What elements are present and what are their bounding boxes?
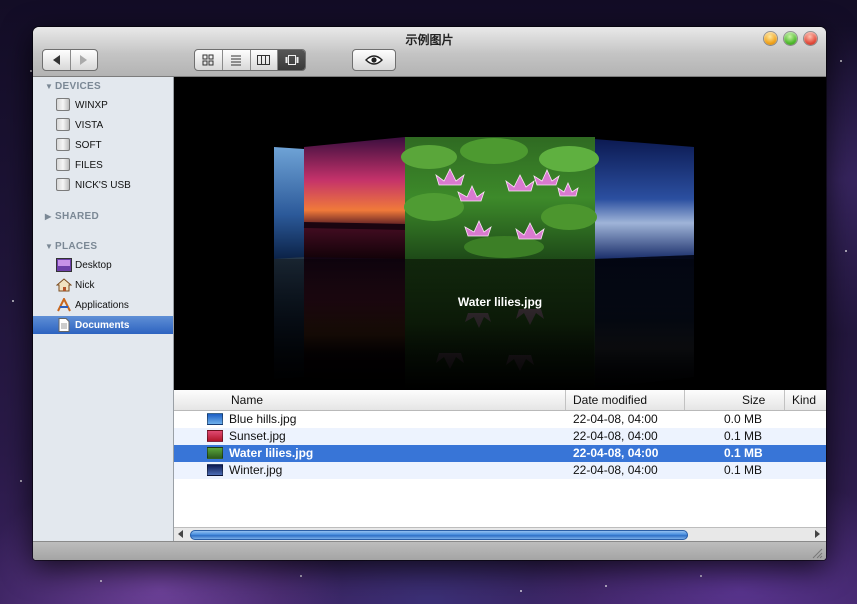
image-thumbnail-icon [207,447,223,459]
cover-flow-view-button[interactable] [277,50,305,70]
forward-button[interactable] [69,50,98,70]
icon-view-button[interactable] [195,50,222,70]
column-header-size[interactable]: Size [742,390,765,410]
eye-icon [365,55,383,65]
column-header-date[interactable]: Date modified [573,390,647,410]
file-list: Name Date modified Size Kind Blue hills.… [174,390,826,527]
horizontal-scrollbar[interactable] [174,527,826,542]
scrollbar-thumb[interactable] [190,530,688,540]
list-view-button[interactable] [221,50,250,70]
cover-flow-icon [285,55,299,65]
scroll-left-arrow-icon[interactable] [178,530,183,538]
image-thumbnail-icon [207,430,223,442]
hard-disk-icon [56,138,72,152]
home-icon [55,278,73,292]
list-header: Name Date modified Size Kind [174,390,826,411]
sidebar-item-applications[interactable]: Applications [33,296,173,314]
sidebar-item-winxp[interactable]: WINXP [33,96,173,114]
disclosure-open-icon: ▼ [45,242,54,251]
sidebar-item-files[interactable]: FILES [33,156,173,174]
table-row[interactable]: Blue hills.jpg 22-04-08, 04:00 0.0 MB [174,411,826,428]
documents-icon [56,318,72,332]
status-bar [33,541,826,560]
image-thumbnail-icon [207,464,223,476]
view-mode-buttons [194,49,306,71]
column-header-kind[interactable]: Kind [792,390,816,410]
scroll-right-arrow-icon[interactable] [815,530,820,538]
image-thumbnail-icon [207,413,223,425]
applications-icon [56,296,72,312]
zoom-button[interactable] [784,32,797,45]
column-view-icon [257,55,271,65]
nav-buttons [42,49,98,71]
hard-disk-icon [56,98,72,112]
usb-disk-icon [56,178,72,192]
sidebar-item-vista[interactable]: VISTA [33,116,173,134]
quick-look-button[interactable] [352,49,396,71]
cover-winter[interactable] [594,139,694,259]
sidebar-item-documents[interactable]: Documents [33,316,173,334]
back-arrow-icon [52,55,60,65]
column-header-name[interactable]: Name [231,390,263,410]
sidebar: ▼ DEVICES WINXP VISTA SOFT FILES NICK'S U… [33,77,174,541]
hard-disk-icon [56,118,72,132]
forward-arrow-icon [80,55,88,65]
disclosure-open-icon: ▼ [45,82,54,91]
back-button[interactable] [43,50,70,70]
table-row-selected[interactable]: Water lilies.jpg 22-04-08, 04:00 0.1 MB [174,445,826,462]
sidebar-item-nicks-usb[interactable]: NICK'S USB [33,176,173,194]
table-row[interactable]: Sunset.jpg 22-04-08, 04:00 0.1 MB [174,428,826,445]
sidebar-item-soft[interactable]: SOFT [33,136,173,154]
cover-blue-hills[interactable] [274,147,304,259]
close-button[interactable] [804,32,817,45]
table-row[interactable]: Winter.jpg 22-04-08, 04:00 0.1 MB [174,462,826,479]
sidebar-item-desktop[interactable]: Desktop [33,256,173,274]
minimize-button[interactable] [764,32,777,45]
icon-view-icon [202,54,214,66]
cover-flow-images [174,137,826,390]
cover-flow-view[interactable]: Water lilies.jpg [174,77,826,390]
places-section-header[interactable]: ▼ PLACES [45,241,97,252]
hard-disk-icon [56,158,72,172]
list-view-icon [231,55,242,66]
resize-grip-icon[interactable] [812,548,823,559]
devices-section-header[interactable]: ▼ DEVICES [45,81,101,92]
sidebar-item-nick[interactable]: Nick [33,276,173,294]
cover-sunset[interactable] [304,137,405,259]
disclosure-closed-icon: ▶ [45,212,52,221]
finder-window: 示例图片 ▼ DEVICES WINXP VISTA SOFT FILES NI… [33,27,826,560]
title-bar: 示例图片 [33,27,826,77]
cover-flow-caption: Water lilies.jpg [457,295,543,309]
window-title: 示例图片 [405,33,454,47]
column-view-button[interactable] [249,50,278,70]
desktop-icon [56,258,72,272]
shared-section-header[interactable]: ▶ SHARED [45,211,99,222]
